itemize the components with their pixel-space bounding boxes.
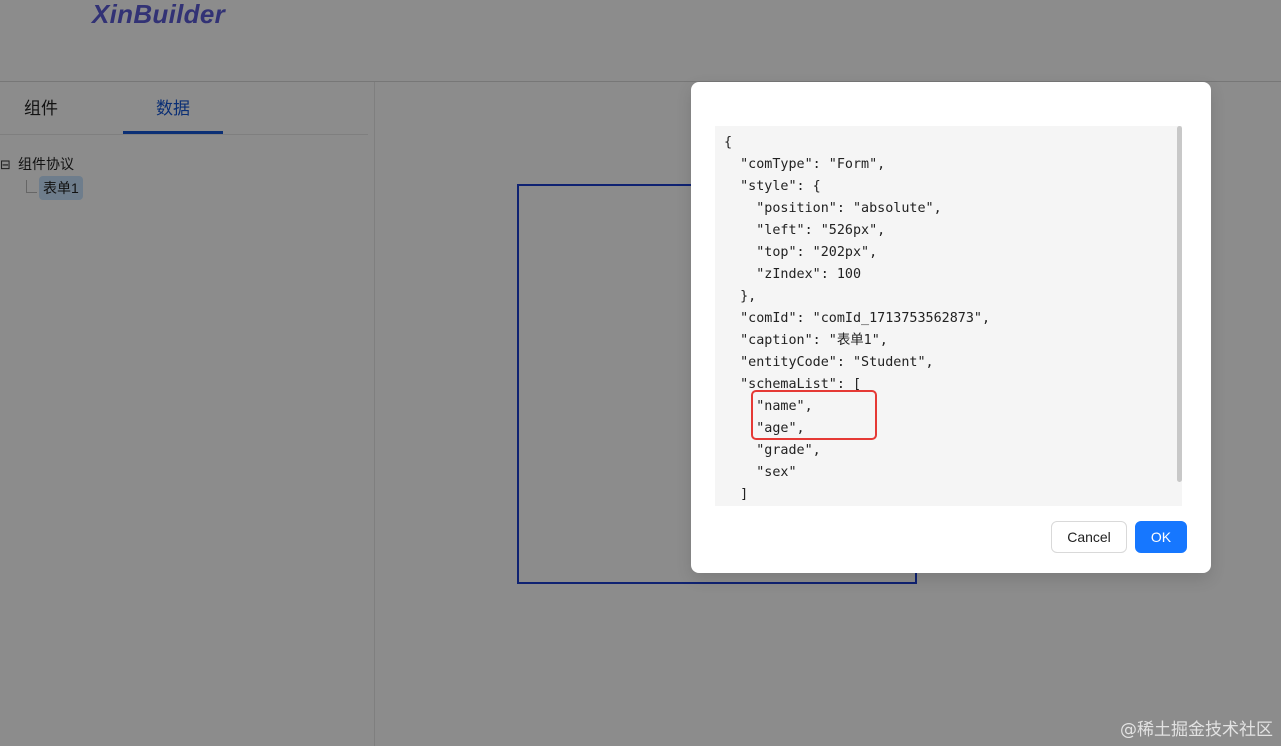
json-code-viewer[interactable]: { "comType": "Form", "style": { "positio…: [715, 126, 1182, 506]
code-line: "sex": [724, 465, 797, 480]
code-line: "style": {: [724, 179, 821, 194]
code-line: {: [724, 135, 733, 150]
code-line: "grade",: [724, 443, 821, 458]
json-code-text: { "comType": "Form", "style": { "positio…: [724, 132, 990, 506]
code-line: },: [724, 289, 757, 304]
code-line: "comType": "Form",: [724, 157, 886, 172]
code-scrollbar[interactable]: [1177, 126, 1182, 482]
code-line: "position": "absolute",: [724, 201, 942, 216]
code-line: "top": "202px",: [724, 245, 878, 260]
schema-modal: { "comType": "Form", "style": { "positio…: [691, 82, 1211, 573]
code-line: "zIndex": 100: [724, 267, 862, 282]
watermark-text: @稀土掘金技术社区: [1120, 720, 1273, 740]
code-line: "left": "526px",: [724, 223, 886, 238]
annotation-highlight-box: [751, 390, 877, 440]
ok-button[interactable]: OK: [1135, 521, 1187, 553]
code-line: "comId": "comId_1713753562873",: [724, 311, 991, 326]
code-line: "entityCode": "Student",: [724, 355, 934, 370]
code-line: "caption": "表单1",: [724, 333, 888, 348]
code-line: ]: [724, 487, 749, 502]
cancel-button[interactable]: Cancel: [1051, 521, 1127, 553]
